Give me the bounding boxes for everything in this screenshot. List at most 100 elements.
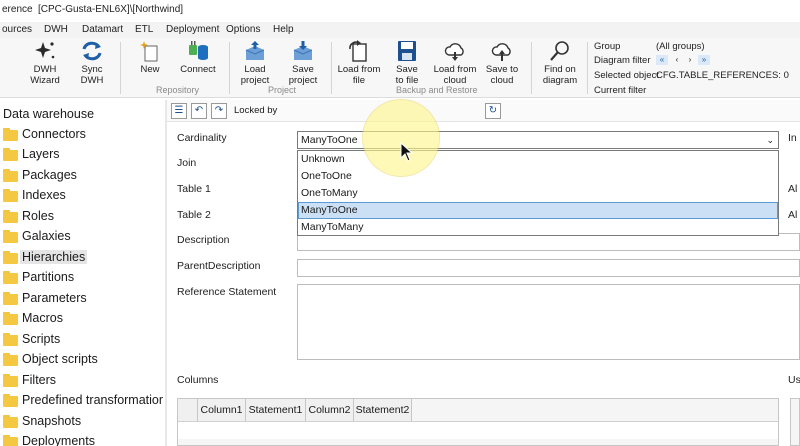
grid-row-header bbox=[178, 399, 198, 421]
nav-last-icon[interactable]: » bbox=[698, 55, 710, 65]
group-value[interactable]: (All groups) bbox=[656, 41, 705, 52]
folder-icon bbox=[3, 312, 18, 325]
folder-icon bbox=[3, 374, 18, 387]
nav-prev-icon[interactable]: ‹ bbox=[671, 55, 683, 65]
cursor-highlight bbox=[363, 100, 439, 176]
load-from-file-button[interactable]: Load from file bbox=[337, 40, 381, 86]
menu-dwh[interactable]: DWH bbox=[44, 24, 68, 35]
grid-header-statement1[interactable]: Statement1 bbox=[246, 399, 306, 421]
redo-icon[interactable]: ↷ bbox=[211, 103, 227, 119]
group-label-repository: Repository bbox=[156, 85, 200, 95]
sync-dwh-button[interactable]: Sync DWH bbox=[71, 40, 113, 86]
app-title: erence bbox=[2, 4, 33, 15]
find-on-diagram-button[interactable]: Find on diagram bbox=[539, 40, 581, 86]
menu-help[interactable]: Help bbox=[273, 24, 294, 35]
parent-description-label: ParentDescription bbox=[177, 260, 261, 272]
table2-label: Table 2 bbox=[177, 209, 211, 221]
refresh-icon[interactable]: ↻ bbox=[485, 103, 501, 119]
selected-object-label: Selected object bbox=[594, 70, 659, 81]
folder-icon bbox=[3, 169, 18, 182]
right-grid-edge bbox=[790, 398, 800, 446]
save-project-button[interactable]: Save project bbox=[284, 40, 322, 86]
selected-object-value: CFG.TABLE_REFERENCES: 0 bbox=[656, 70, 789, 81]
columns-label: Columns bbox=[177, 374, 219, 386]
reference-statement-label: Reference Statement bbox=[177, 286, 277, 298]
new-button[interactable]: New bbox=[133, 40, 167, 75]
grid-header-column2[interactable]: Column2 bbox=[306, 399, 354, 421]
load-cloud-icon bbox=[444, 43, 464, 61]
sync-icon bbox=[82, 41, 102, 61]
dwh-wizard-button[interactable]: DWH Wizard bbox=[24, 40, 66, 86]
join-label: Join bbox=[177, 157, 197, 169]
grid-header-statement2[interactable]: Statement2 bbox=[354, 399, 412, 421]
load-file-icon bbox=[349, 40, 367, 62]
connection-title: [CPC-Gusta-ENL6X]\[Northwind] bbox=[38, 4, 184, 15]
cardinality-option-many-to-one[interactable]: ManyToOne bbox=[298, 202, 778, 219]
dwh-wizard-icon bbox=[35, 42, 55, 59]
app-window: erence [CPC-Gusta-ENL6X]\[Northwind] our… bbox=[0, 0, 800, 446]
save-project-icon bbox=[293, 41, 313, 60]
save-file-icon bbox=[398, 41, 416, 61]
connect-button[interactable]: Connect bbox=[176, 40, 220, 75]
menu-datamart[interactable]: Datamart bbox=[82, 24, 123, 35]
menu-options[interactable]: Options bbox=[226, 24, 260, 35]
form-toolbar: ☰ ↶ ↷ Locked by ↻ bbox=[167, 100, 800, 122]
folder-icon bbox=[3, 353, 18, 366]
cardinality-value: ManyToOne bbox=[301, 134, 358, 146]
cardinality-dropdown: Unknown OneToOne OneToMany ManyToOne Man… bbox=[297, 150, 779, 236]
right-label-table1: Al bbox=[788, 183, 798, 195]
ribbon-separator bbox=[120, 42, 121, 94]
right-label-columns: Us bbox=[788, 374, 800, 386]
parent-description-field[interactable] bbox=[297, 259, 800, 277]
folder-icon bbox=[3, 128, 18, 141]
columns-grid: Column1 Statement1 Column2 Statement2 bbox=[177, 398, 779, 446]
panel-splitter[interactable] bbox=[165, 100, 167, 446]
reference-statement-field[interactable] bbox=[297, 284, 800, 360]
ribbon-separator bbox=[531, 42, 532, 94]
folder-icon bbox=[3, 292, 18, 305]
menu-sources[interactable]: ources bbox=[2, 24, 32, 35]
folder-icon bbox=[3, 394, 18, 407]
object-tree: Data warehouse Connectors Layers Package… bbox=[0, 100, 163, 446]
tree-header[interactable]: Data warehouse bbox=[3, 107, 94, 121]
menu-deployment[interactable]: Deployment bbox=[166, 24, 219, 35]
folder-icon bbox=[3, 189, 18, 202]
folder-icon bbox=[3, 271, 18, 284]
cardinality-option-one-to-many[interactable]: OneToMany bbox=[298, 185, 778, 202]
current-filter-label: Current filter bbox=[594, 85, 647, 96]
nav-next-icon[interactable]: › bbox=[684, 55, 696, 65]
save-to-file-button[interactable]: Save to file bbox=[390, 40, 424, 86]
connect-icon bbox=[189, 41, 208, 60]
cardinality-option-many-to-many[interactable]: ManyToMany bbox=[298, 219, 778, 236]
title-bar: erence [CPC-Gusta-ENL6X]\[Northwind] bbox=[0, 0, 800, 22]
undo-icon[interactable]: ↶ bbox=[191, 103, 207, 119]
mouse-cursor-icon bbox=[400, 142, 414, 162]
group-label: Group bbox=[594, 41, 621, 52]
nav-first-icon[interactable]: « bbox=[656, 55, 668, 65]
save-to-cloud-button[interactable]: Save to cloud bbox=[483, 40, 521, 86]
folder-icon bbox=[3, 333, 18, 346]
group-label-backup: Backup and Restore bbox=[396, 85, 478, 95]
folder-icon bbox=[3, 435, 18, 446]
description-label: Description bbox=[177, 234, 230, 246]
load-project-icon bbox=[245, 41, 265, 60]
cardinality-option-one-to-one[interactable]: OneToOne bbox=[298, 168, 778, 185]
locked-by-label: Locked by bbox=[234, 105, 278, 116]
ribbon: DWH Wizard Sync DWH New Connect Load projec… bbox=[0, 38, 800, 98]
new-icon bbox=[140, 41, 158, 62]
list-icon[interactable]: ☰ bbox=[171, 103, 187, 119]
folder-icon bbox=[3, 210, 18, 223]
ribbon-separator bbox=[587, 42, 588, 94]
table-row[interactable] bbox=[178, 421, 778, 439]
grid-header-column1[interactable]: Column1 bbox=[198, 399, 246, 421]
folder-icon bbox=[3, 230, 18, 243]
cardinality-label: Cardinality bbox=[177, 132, 227, 144]
menu-etl[interactable]: ETL bbox=[135, 24, 153, 35]
chevron-down-icon[interactable]: ⌄ bbox=[766, 132, 774, 148]
folder-icon bbox=[3, 415, 18, 428]
save-cloud-icon bbox=[491, 43, 511, 61]
load-project-button[interactable]: Load project bbox=[236, 40, 274, 86]
table1-label: Table 1 bbox=[177, 183, 211, 195]
menu-bar: ources DWH Datamart ETL Deployment Optio… bbox=[0, 22, 800, 38]
load-from-cloud-button[interactable]: Load from cloud bbox=[431, 40, 479, 86]
